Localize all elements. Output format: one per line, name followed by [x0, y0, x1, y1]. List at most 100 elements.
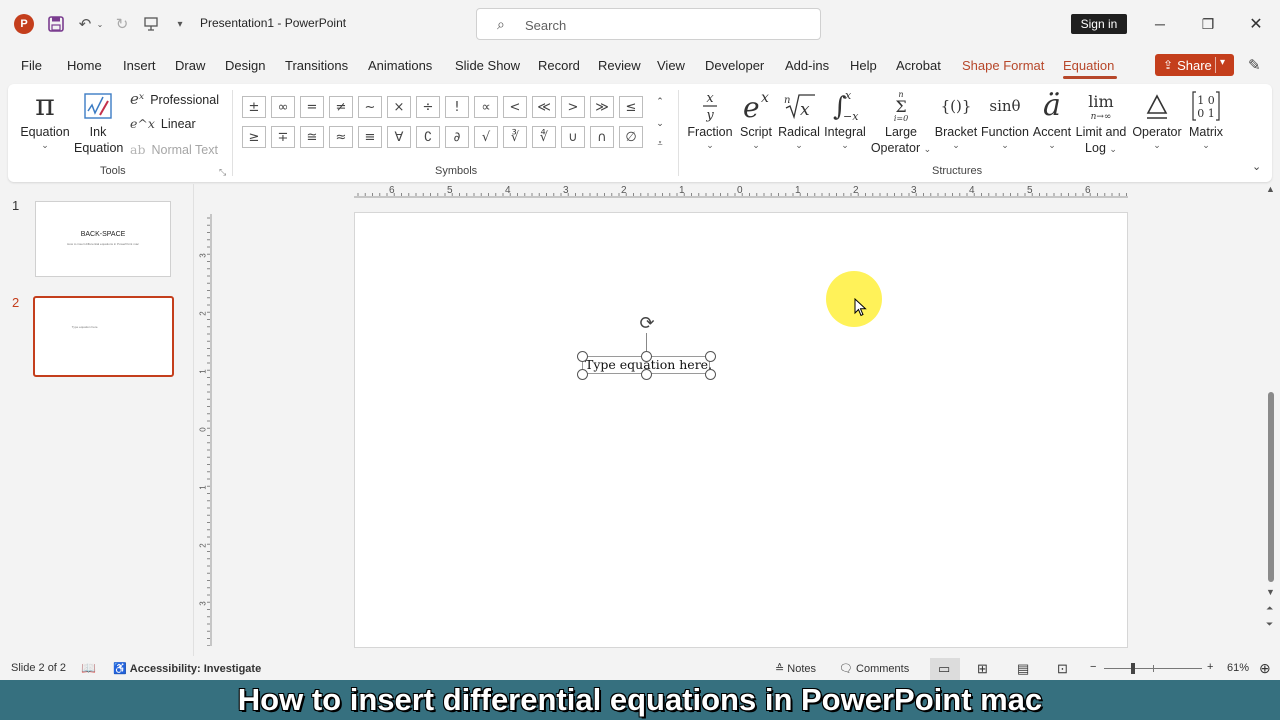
undo-dropdown-icon[interactable]: ⌄ — [95, 14, 105, 34]
present-from-start-icon[interactable] — [142, 14, 160, 34]
linear-option[interactable]: e^x Linear — [130, 116, 196, 131]
resize-handle-top-left[interactable] — [577, 351, 588, 362]
symbol-empty-set[interactable]: ∅ — [619, 126, 643, 148]
symbol-intersection[interactable]: ∩ — [590, 126, 614, 148]
symbol-not-equal[interactable]: ≠ — [329, 96, 353, 118]
symbol-much-less[interactable]: ≪ — [532, 96, 556, 118]
accessibility-status[interactable]: ♿ Accessibility: Investigate — [113, 662, 261, 675]
tab-view[interactable]: View — [657, 58, 685, 73]
symbol-cube-root[interactable]: ∛ — [503, 126, 527, 148]
symbol-approx[interactable]: ≈ — [329, 126, 353, 148]
limit-and-log-button[interactable]: lim n→∞ Limit and Log ⌄ — [1072, 88, 1130, 156]
symbol-fourth-root[interactable]: ∜ — [532, 126, 556, 148]
tab-animations[interactable]: Animations — [368, 58, 432, 73]
symbol-complement[interactable]: ∁ — [416, 126, 440, 148]
integral-button[interactable]: ∫ x −x Integral ⌄ — [820, 88, 870, 150]
fraction-button[interactable]: xy Fraction ⌄ — [684, 88, 736, 150]
symbol-greater-equal[interactable]: ≥ — [242, 126, 266, 148]
tab-help[interactable]: Help — [850, 58, 877, 73]
notes-button[interactable]: ≙ Notes — [775, 662, 816, 675]
tools-dialog-launcher-icon[interactable]: ⤡ — [219, 167, 226, 178]
scroll-thumb[interactable] — [1268, 392, 1274, 582]
slide-thumbnail-2[interactable]: Type equation here. — [33, 296, 174, 377]
tab-review[interactable]: Review — [598, 58, 641, 73]
symbol-factorial[interactable]: ! — [445, 96, 469, 118]
reading-view-icon[interactable]: ▤ — [1017, 661, 1029, 677]
tab-record[interactable]: Record — [538, 58, 580, 73]
zoom-out-icon[interactable]: − — [1090, 661, 1096, 673]
minimize-icon[interactable]: ─ — [1148, 12, 1172, 36]
pen-icon[interactable]: ✎ — [1248, 56, 1261, 74]
zoom-in-icon[interactable]: + — [1207, 661, 1213, 673]
symbol-infinity[interactable]: ∞ — [271, 96, 295, 118]
symbol-union[interactable]: ∪ — [561, 126, 585, 148]
share-chevron-icon[interactable]: ▾ — [1220, 57, 1225, 68]
function-button[interactable]: sinθ Function ⌄ — [978, 88, 1032, 150]
script-button[interactable]: ex Script ⌄ — [734, 88, 778, 150]
tab-shape-format[interactable]: Shape Format — [962, 58, 1044, 73]
matrix-button[interactable]: 1 00 1 Matrix ⌄ — [1182, 88, 1230, 150]
search-box[interactable]: ⌕ Search — [476, 8, 821, 40]
symbol-identical[interactable]: ≡ — [358, 126, 382, 148]
vertical-scrollbar[interactable]: ▲ ▼ ⏶ ⏷ — [1264, 184, 1280, 656]
tab-insert[interactable]: Insert — [123, 58, 156, 73]
symbol-equals[interactable]: = — [300, 96, 324, 118]
spelling-icon[interactable]: 📖 — [81, 661, 96, 675]
resize-handle-top-right[interactable] — [705, 351, 716, 362]
tab-slide-show[interactable]: Slide Show — [455, 58, 520, 73]
restore-icon[interactable]: ❐ — [1196, 12, 1220, 36]
scroll-down-icon[interactable]: ▼ — [1266, 587, 1275, 597]
tab-equation[interactable]: Equation — [1063, 58, 1114, 73]
tab-acrobat[interactable]: Acrobat — [896, 58, 941, 73]
resize-handle-top[interactable] — [641, 351, 652, 362]
symbols-more-icon[interactable]: ⩡ — [652, 134, 668, 152]
symbol-proportional[interactable]: ∝ — [474, 96, 498, 118]
save-icon[interactable] — [46, 14, 66, 34]
symbol-congruent[interactable]: ≅ — [300, 126, 324, 148]
professional-option[interactable]: eˣ Professional — [130, 90, 219, 108]
tab-home[interactable]: Home — [67, 58, 102, 73]
rotate-handle-icon[interactable]: ⟳ — [636, 312, 658, 334]
next-slide-icon[interactable]: ⏷ — [1266, 619, 1273, 630]
ink-equation-button[interactable]: Ink Equation — [74, 88, 123, 156]
symbol-square-root[interactable]: √ — [474, 126, 498, 148]
operator-button[interactable]: Operator ⌄ — [1128, 88, 1186, 150]
normal-text-option[interactable]: ab Normal Text — [130, 142, 218, 157]
slide-thumbnail-1[interactable]: BACK-SPACE How to insert differential eq… — [35, 201, 171, 277]
symbol-partial[interactable]: ∂ — [445, 126, 469, 148]
undo-icon[interactable]: ↶ — [76, 14, 94, 34]
collapse-ribbon-icon[interactable]: ⌄ — [1252, 160, 1261, 173]
symbol-much-greater[interactable]: ≫ — [590, 96, 614, 118]
tab-draw[interactable]: Draw — [175, 58, 205, 73]
resize-handle-bottom-right[interactable] — [705, 369, 716, 380]
sign-in-button[interactable]: Sign in — [1071, 14, 1127, 34]
slide-show-icon[interactable]: ⊡ — [1057, 661, 1068, 677]
scroll-up-icon[interactable]: ▲ — [1266, 184, 1275, 194]
previous-slide-icon[interactable]: ⏶ — [1266, 603, 1273, 614]
redo-icon[interactable]: ↻ — [113, 14, 131, 34]
symbols-scroll-up-icon[interactable]: ⌃ — [652, 92, 668, 110]
symbol-for-all[interactable]: ∀ — [387, 126, 411, 148]
symbols-scroll-down-icon[interactable]: ⌄ — [652, 114, 668, 132]
symbol-tilde[interactable]: ~ — [358, 96, 382, 118]
share-button[interactable]: ⇪ Share ▾ — [1155, 54, 1234, 76]
tab-transitions[interactable]: Transitions — [285, 58, 348, 73]
close-icon[interactable]: ✕ — [1244, 12, 1268, 36]
symbol-times[interactable]: × — [387, 96, 411, 118]
resize-handle-bottom-left[interactable] — [577, 369, 588, 380]
radical-button[interactable]: nx Radical ⌄ — [774, 88, 824, 150]
comments-button[interactable]: 🗨 Comments — [839, 662, 909, 675]
resize-handle-bottom[interactable] — [641, 369, 652, 380]
tab-file[interactable]: File — [21, 58, 42, 73]
symbol-greater-than[interactable]: > — [561, 96, 585, 118]
symbol-less-than[interactable]: < — [503, 96, 527, 118]
customize-toolbar-icon[interactable]: ▾ — [172, 14, 188, 34]
tab-add-ins[interactable]: Add-ins — [785, 58, 829, 73]
symbol-less-equal[interactable]: ≤ — [619, 96, 643, 118]
zoom-slider-thumb[interactable] — [1131, 663, 1135, 674]
equation-button[interactable]: π Equation ⌄ — [16, 88, 74, 151]
large-operator-button[interactable]: n Σi=0 Large Operator ⌄ — [868, 88, 934, 156]
symbol-plus-minus[interactable]: ± — [242, 96, 266, 118]
bracket-button[interactable]: {()} Bracket ⌄ — [934, 88, 978, 150]
slide-sorter-icon[interactable]: ⊞ — [977, 661, 988, 677]
